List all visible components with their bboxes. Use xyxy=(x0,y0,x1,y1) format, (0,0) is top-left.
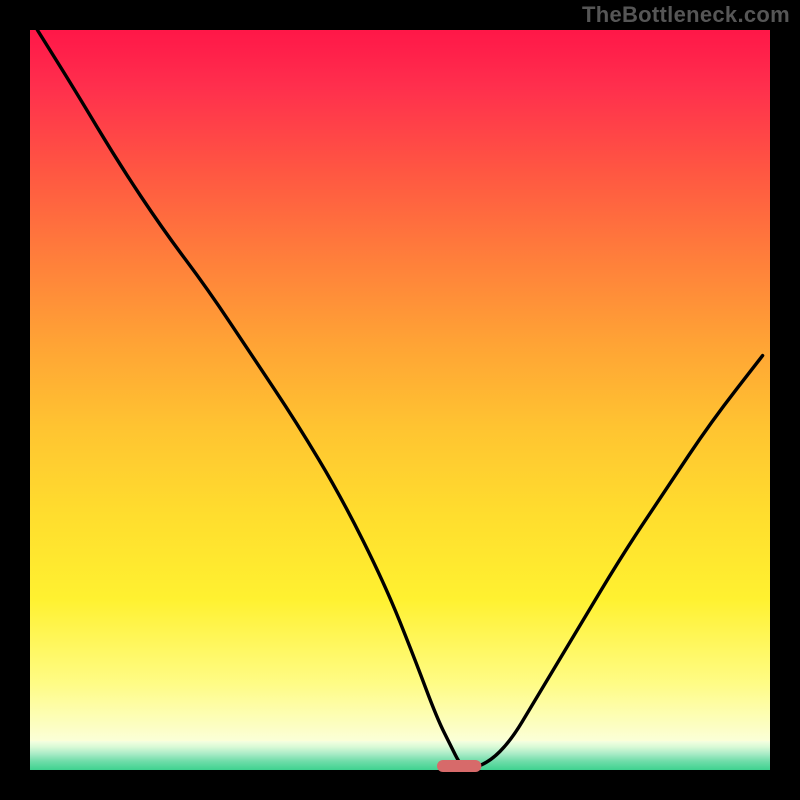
bottleneck-curve xyxy=(37,30,762,768)
chart-container: TheBottleneck.com xyxy=(0,0,800,800)
chart-overlay-svg xyxy=(30,30,770,770)
plot-area xyxy=(30,30,770,770)
optimal-marker xyxy=(437,760,481,772)
attribution-text: TheBottleneck.com xyxy=(582,2,790,28)
